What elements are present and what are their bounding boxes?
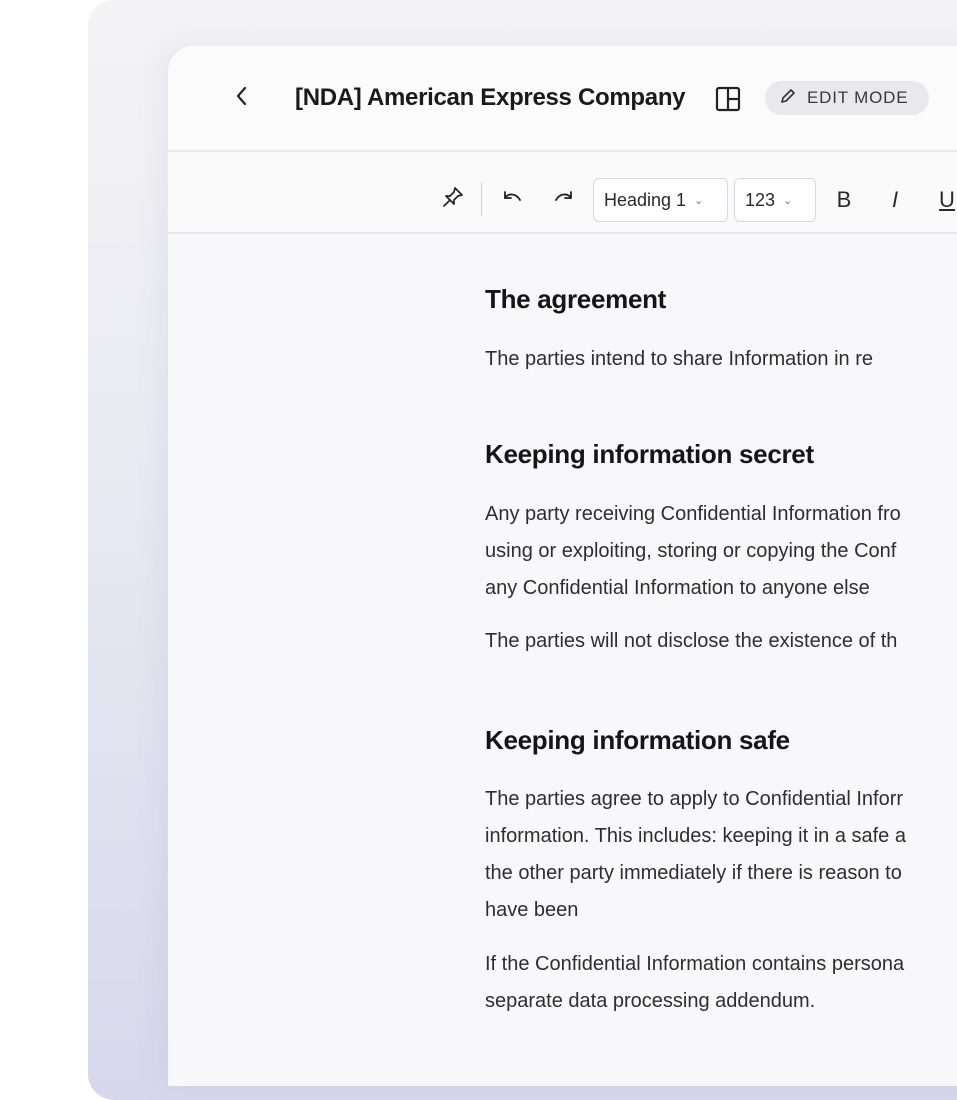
italic-button[interactable]: I [882, 186, 908, 214]
redo-icon [552, 189, 576, 212]
section-heading: Keeping information secret [485, 439, 814, 469]
edit-mode-badge[interactable]: EDIT MODE [765, 81, 929, 115]
section-paragraph: Any party receiving Confidential Informa… [485, 503, 901, 599]
bold-label: B [836, 187, 852, 212]
underline-label: U [939, 187, 955, 212]
bold-button[interactable]: B [831, 186, 857, 214]
text-style-select[interactable]: Heading 1 ⌄ [593, 178, 728, 222]
editor-window: [NDA] American Express Company EDIT MODE [168, 46, 957, 1086]
section-paragraph: If the Confidential Information contains… [485, 953, 905, 1012]
text-style-value: Heading 1 [604, 189, 687, 210]
pin-icon [442, 186, 464, 213]
section-heading: Keeping information safe [485, 725, 790, 755]
layout-panel-icon[interactable] [715, 86, 741, 112]
formatting-toolbar: Heading 1 ⌄ 123 ⌄ B I U [168, 152, 957, 234]
document-title: [NDA] American Express Company [295, 84, 686, 111]
italic-label: I [891, 187, 899, 212]
toolbar-divider [481, 182, 482, 216]
pencil-icon [779, 87, 807, 110]
top-bar: [NDA] American Express Company EDIT MODE [168, 46, 957, 152]
section-heading: The agreement [485, 284, 667, 314]
chevron-down-icon: ⌄ [694, 194, 704, 207]
undo-button[interactable] [498, 188, 526, 212]
section-paragraph: The parties will not disclose the existe… [485, 630, 898, 652]
section-paragraph: The parties agree to apply to Confidenti… [485, 788, 906, 921]
pin-button[interactable] [440, 186, 466, 212]
font-size-value: 123 [745, 189, 776, 210]
font-size-select[interactable]: 123 ⌄ [734, 178, 816, 222]
undo-icon [500, 189, 524, 212]
chevron-down-icon: ⌄ [783, 194, 793, 207]
redo-button[interactable] [550, 188, 578, 212]
section-paragraph: The parties intend to share Information … [485, 348, 873, 370]
back-button[interactable] [228, 84, 256, 112]
edit-mode-label: EDIT MODE [807, 88, 909, 107]
underline-button[interactable]: U [934, 186, 957, 214]
chevron-left-icon [235, 85, 249, 112]
